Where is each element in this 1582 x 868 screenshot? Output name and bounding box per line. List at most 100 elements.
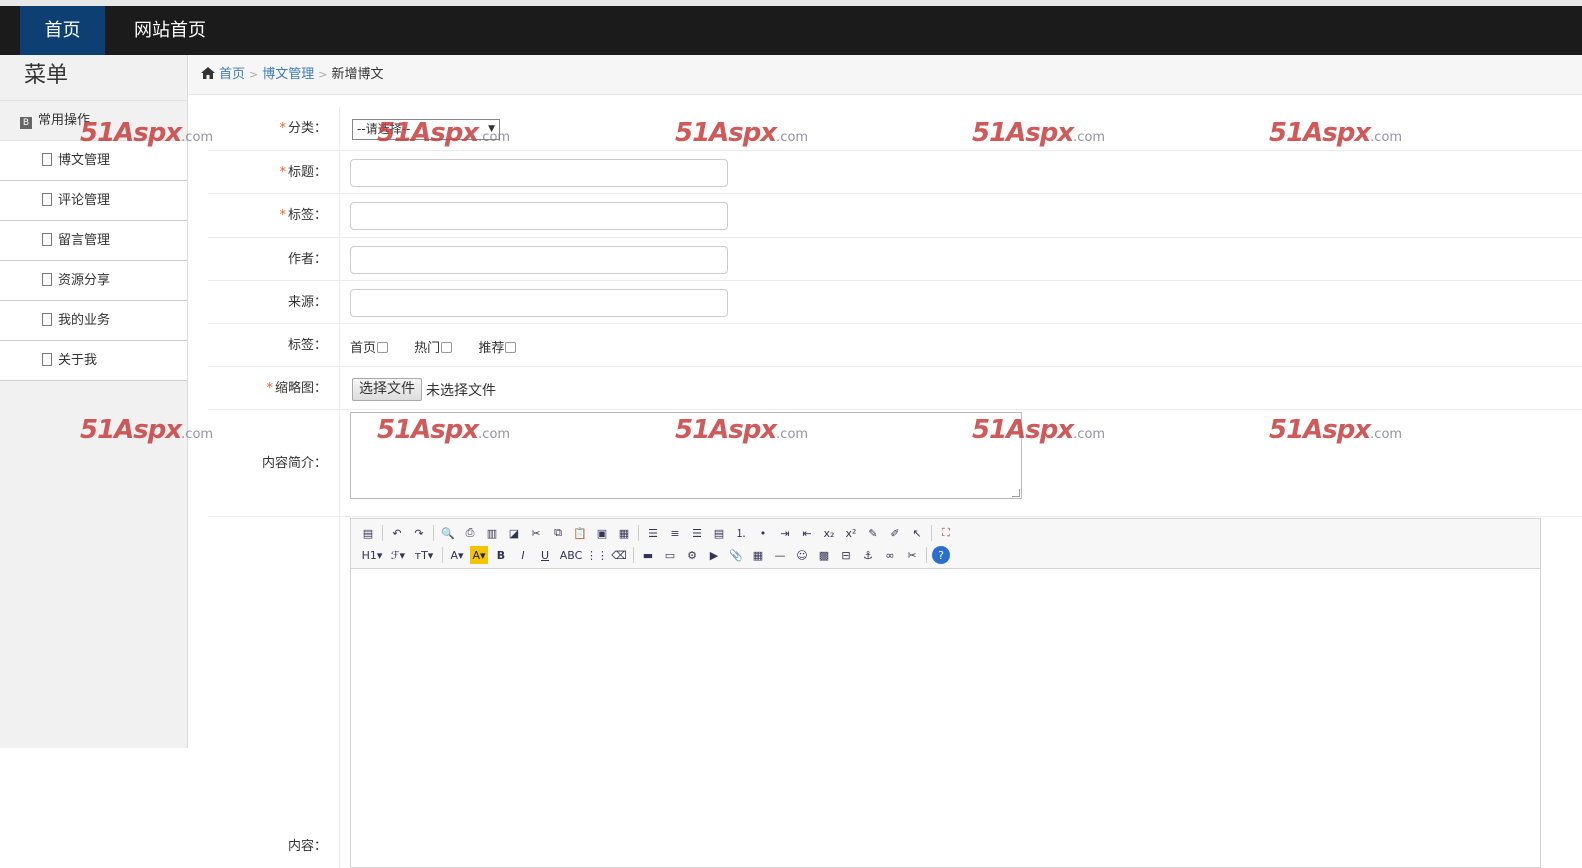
row-thumbnail: * 缩略图： 选择文件 未选择文件 — [208, 367, 1582, 410]
line-height-icon[interactable]: ⋮⋮ — [586, 546, 608, 564]
content-label: 内容： — [287, 839, 327, 854]
row-flags: 标签： 首页 热门 推荐 — [208, 324, 1582, 367]
sidebar-item-business[interactable]: 我的业务 — [0, 301, 187, 341]
sidebar-group-common[interactable]: B 常用操作 — [0, 101, 187, 141]
link-icon[interactable]: ∞ — [881, 546, 899, 564]
underline-icon[interactable]: U — [536, 546, 554, 564]
heading-icon[interactable]: H1▾ — [359, 546, 385, 564]
sidebar-item-label: 我的业务 — [58, 313, 111, 328]
sidebar-item-blog[interactable]: 博文管理 — [0, 141, 187, 181]
chevron-right-icon: > — [249, 68, 259, 81]
author-input[interactable] — [350, 246, 728, 274]
fullscreen-icon[interactable]: ⛶ — [937, 524, 955, 542]
unordered-list-icon[interactable]: • — [754, 524, 772, 542]
title-input[interactable] — [350, 159, 728, 187]
breadcrumb-section[interactable]: 博文管理 — [262, 67, 314, 82]
editor-content-area[interactable] — [351, 569, 1540, 867]
editor-toolbar-row-1: ▤ ↶ ↷ 🔍 ⎙ ▥ ◪ ✂ ⧉ 📋 ▣ ▦ ☰ ≡ ☰ ▤ ⒈ • ⇥ ⇤ x₂ x² ✎ ✐ ↖ ⛶ — [357, 522, 1534, 544]
toolbar-separator — [382, 525, 383, 541]
file-icon — [42, 153, 52, 166]
flash-icon[interactable]: ⚙ — [683, 546, 701, 564]
ordered-list-icon[interactable]: ⒈ — [732, 524, 750, 542]
tags-input[interactable] — [350, 202, 728, 230]
font-family-icon[interactable]: ℱ▾ — [389, 546, 407, 564]
redo-icon[interactable]: ↷ — [410, 524, 428, 542]
row-tags: * 标签： — [208, 194, 1582, 238]
editor-toolbar: ▤ ↶ ↷ 🔍 ⎙ ▥ ◪ ✂ ⧉ 📋 ▣ ▦ ☰ ≡ ☰ ▤ ⒈ • ⇥ ⇤ x₂ x² ✎ ✐ ↖ ⛶ H1▾ ℱ▾ ᴛT▾ A▾ A… — [351, 519, 1540, 569]
sidebar-item-label: 评论管理 — [58, 193, 111, 208]
top-navbar: 首页 网站首页 — [0, 6, 1582, 55]
thumbnail-label: 缩略图： — [274, 381, 327, 396]
align-center-icon[interactable]: ≡ — [666, 524, 684, 542]
template-icon[interactable]: ▥ — [483, 524, 501, 542]
emoticon-icon[interactable]: ☺ — [793, 546, 811, 564]
image-icon[interactable]: ▬ — [639, 546, 657, 564]
row-source: 来源： — [208, 281, 1582, 324]
flag-recommend-checkbox[interactable] — [505, 342, 517, 353]
breadcrumb: 首页 > 博文管理 > 新增博文 — [189, 55, 1582, 95]
multi-image-icon[interactable]: ▭ — [661, 546, 679, 564]
title-label: 标题： — [287, 165, 327, 180]
tags-label: 标签： — [287, 208, 327, 223]
preview-icon[interactable]: 🔍 — [439, 524, 457, 542]
cut-icon[interactable]: ✂ — [527, 524, 545, 542]
strikethrough-icon[interactable]: ABC — [558, 546, 584, 564]
row-category: * 分类： --请选择-- ▼ — [208, 107, 1582, 151]
cursor-icon[interactable]: ↖ — [908, 524, 926, 542]
breadcrumb-home[interactable]: 首页 — [219, 67, 245, 82]
undo-icon[interactable]: ↶ — [388, 524, 406, 542]
source-input[interactable] — [350, 289, 728, 317]
nav-website-home[interactable]: 网站首页 — [118, 6, 222, 55]
indent-icon[interactable]: ⇥ — [776, 524, 794, 542]
print-icon[interactable]: ⎙ — [461, 524, 479, 542]
outdent-icon[interactable]: ⇤ — [798, 524, 816, 542]
copy-icon[interactable]: ⧉ — [549, 524, 567, 542]
sidebar-item-comments[interactable]: 评论管理 — [0, 181, 187, 221]
font-color-icon[interactable]: A▾ — [448, 546, 466, 564]
choose-file-button[interactable]: 选择文件 — [352, 378, 422, 401]
summary-label: 内容简介： — [261, 456, 327, 471]
sidebar-item-messages[interactable]: 留言管理 — [0, 221, 187, 261]
highlight-icon[interactable]: A▾ — [470, 546, 488, 564]
toolbar-separator — [931, 525, 932, 541]
paste-icon[interactable]: 📋 — [571, 524, 589, 542]
source-icon[interactable]: ▤ — [359, 524, 377, 542]
toolbar-separator — [633, 547, 634, 563]
select-all-icon[interactable]: ✐ — [886, 524, 904, 542]
clear-format-icon[interactable]: ✎ — [864, 524, 882, 542]
font-size-icon[interactable]: ᴛT▾ — [411, 546, 437, 564]
paste-word-icon[interactable]: ▦ — [615, 524, 633, 542]
justify-icon[interactable]: ▤ — [710, 524, 728, 542]
eraser-icon[interactable]: ⌫ — [610, 546, 628, 564]
flag-hot-checkbox[interactable] — [441, 342, 453, 353]
map-icon[interactable]: ▩ — [815, 546, 833, 564]
paste-text-icon[interactable]: ▣ — [593, 524, 611, 542]
bold-icon[interactable]: B — [492, 546, 510, 564]
file-icon — [42, 273, 52, 286]
resize-grip-icon[interactable] — [1012, 489, 1020, 497]
align-left-icon[interactable]: ☰ — [644, 524, 662, 542]
media-icon[interactable]: ▶ — [705, 546, 723, 564]
code-icon[interactable]: ◪ — [505, 524, 523, 542]
hr-icon[interactable]: — — [771, 546, 789, 564]
category-select[interactable]: --请选择-- ▼ — [352, 119, 500, 140]
table-icon[interactable]: ▦ — [749, 546, 767, 564]
sidebar-item-resources[interactable]: 资源分享 — [0, 261, 187, 301]
attachment-icon[interactable]: 📎 — [727, 546, 745, 564]
summary-textarea[interactable] — [350, 412, 1022, 499]
toolbar-separator — [433, 525, 434, 541]
align-right-icon[interactable]: ☰ — [688, 524, 706, 542]
italic-icon[interactable]: I — [514, 546, 532, 564]
category-label: 分类： — [287, 121, 327, 136]
flags-label: 标签： — [287, 338, 327, 353]
page-break-icon[interactable]: ⊟ — [837, 546, 855, 564]
unlink-icon[interactable]: ✂ — [903, 546, 921, 564]
subscript-icon[interactable]: x₂ — [820, 524, 838, 542]
help-icon[interactable]: ? — [932, 546, 950, 564]
anchor-icon[interactable]: ⚓ — [859, 546, 877, 564]
superscript-icon[interactable]: x² — [842, 524, 860, 542]
nav-home[interactable]: 首页 — [20, 6, 105, 55]
flag-home-checkbox[interactable] — [377, 342, 389, 353]
sidebar-item-about[interactable]: 关于我 — [0, 341, 187, 381]
toolbar-separator — [926, 547, 927, 563]
